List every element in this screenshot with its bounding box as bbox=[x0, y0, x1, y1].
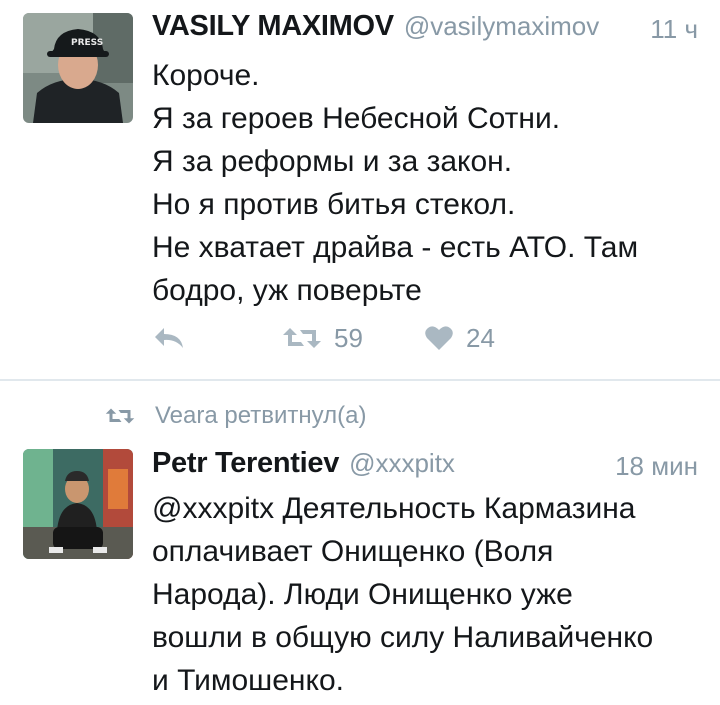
tweet-text-line: Не хватает драйва - есть АТО. Там bbox=[152, 231, 639, 264]
like-button[interactable]: 24 bbox=[424, 318, 495, 358]
tweet-header: VASILY MAXIMOV @vasilymaximov 11 ч bbox=[152, 10, 698, 54]
retweet-button[interactable]: 59 bbox=[282, 318, 363, 358]
avatar[interactable] bbox=[23, 449, 133, 559]
retweet-context[interactable]: Veara ретвитнул(а) bbox=[105, 399, 367, 433]
retweet-icon bbox=[283, 328, 321, 348]
retweet-icon bbox=[105, 408, 135, 424]
tweet-text: Короче. Я за героев Небесной Сотни. Я за… bbox=[152, 54, 696, 312]
tweet-text-line: вошли в общую силу Наливайченко bbox=[152, 621, 654, 654]
reply-icon bbox=[155, 328, 183, 348]
reply-button[interactable] bbox=[152, 318, 186, 358]
tweet-text: @xxxpitx Деятельность Кармазина оплачива… bbox=[152, 487, 696, 702]
tweet-actions: 59 24 bbox=[152, 318, 572, 358]
cap-text: PRESS bbox=[71, 38, 103, 48]
tweet-text-line: Но я против битья стекол. bbox=[152, 188, 516, 221]
tweet-text-line: бодро, уж поверьте bbox=[152, 274, 422, 307]
handle[interactable]: @vasilymaximov bbox=[404, 11, 599, 41]
tweet-text-line: @xxxpitx Деятельность Кармазина bbox=[152, 492, 636, 525]
heart-icon bbox=[425, 326, 453, 350]
tweet-text-line: Народа). Люди Онищенко уже bbox=[152, 578, 573, 611]
display-name[interactable]: Petr Terentiev bbox=[152, 447, 339, 479]
display-name[interactable]: VASILY MAXIMOV bbox=[152, 10, 394, 42]
tweet[interactable]: Veara ретвитнул(а) Petr Terentiev @xxxpit… bbox=[0, 381, 720, 705]
avatar-photo: PRESS bbox=[23, 13, 133, 123]
avatar-photo bbox=[23, 449, 133, 559]
timestamp[interactable]: 18 мин bbox=[615, 451, 698, 482]
tweet-text-line: Короче. bbox=[152, 59, 260, 92]
tweet-header: Petr Terentiev @xxxpitx 18 мин bbox=[152, 447, 698, 491]
retweeted-by-label: Veara ретвитнул(а) bbox=[155, 402, 367, 429]
timestamp[interactable]: 11 ч bbox=[650, 14, 698, 45]
like-count: 24 bbox=[466, 322, 495, 353]
handle[interactable]: @xxxpitx bbox=[349, 448, 455, 478]
retweet-count: 59 bbox=[334, 322, 363, 353]
avatar[interactable]: PRESS bbox=[23, 13, 133, 123]
tweet-text-line: оплачивает Онищенко (Воля bbox=[152, 535, 554, 568]
tweet[interactable]: PRESS VASILY MAXIMOV @vasilymaximov 11 ч … bbox=[0, 0, 720, 380]
tweet-text-line: и Тимошенко. bbox=[152, 664, 344, 697]
tweet-text-line: Я за героев Небесной Сотни. bbox=[152, 102, 561, 135]
tweet-text-line: Я за реформы и за закон. bbox=[152, 145, 513, 178]
